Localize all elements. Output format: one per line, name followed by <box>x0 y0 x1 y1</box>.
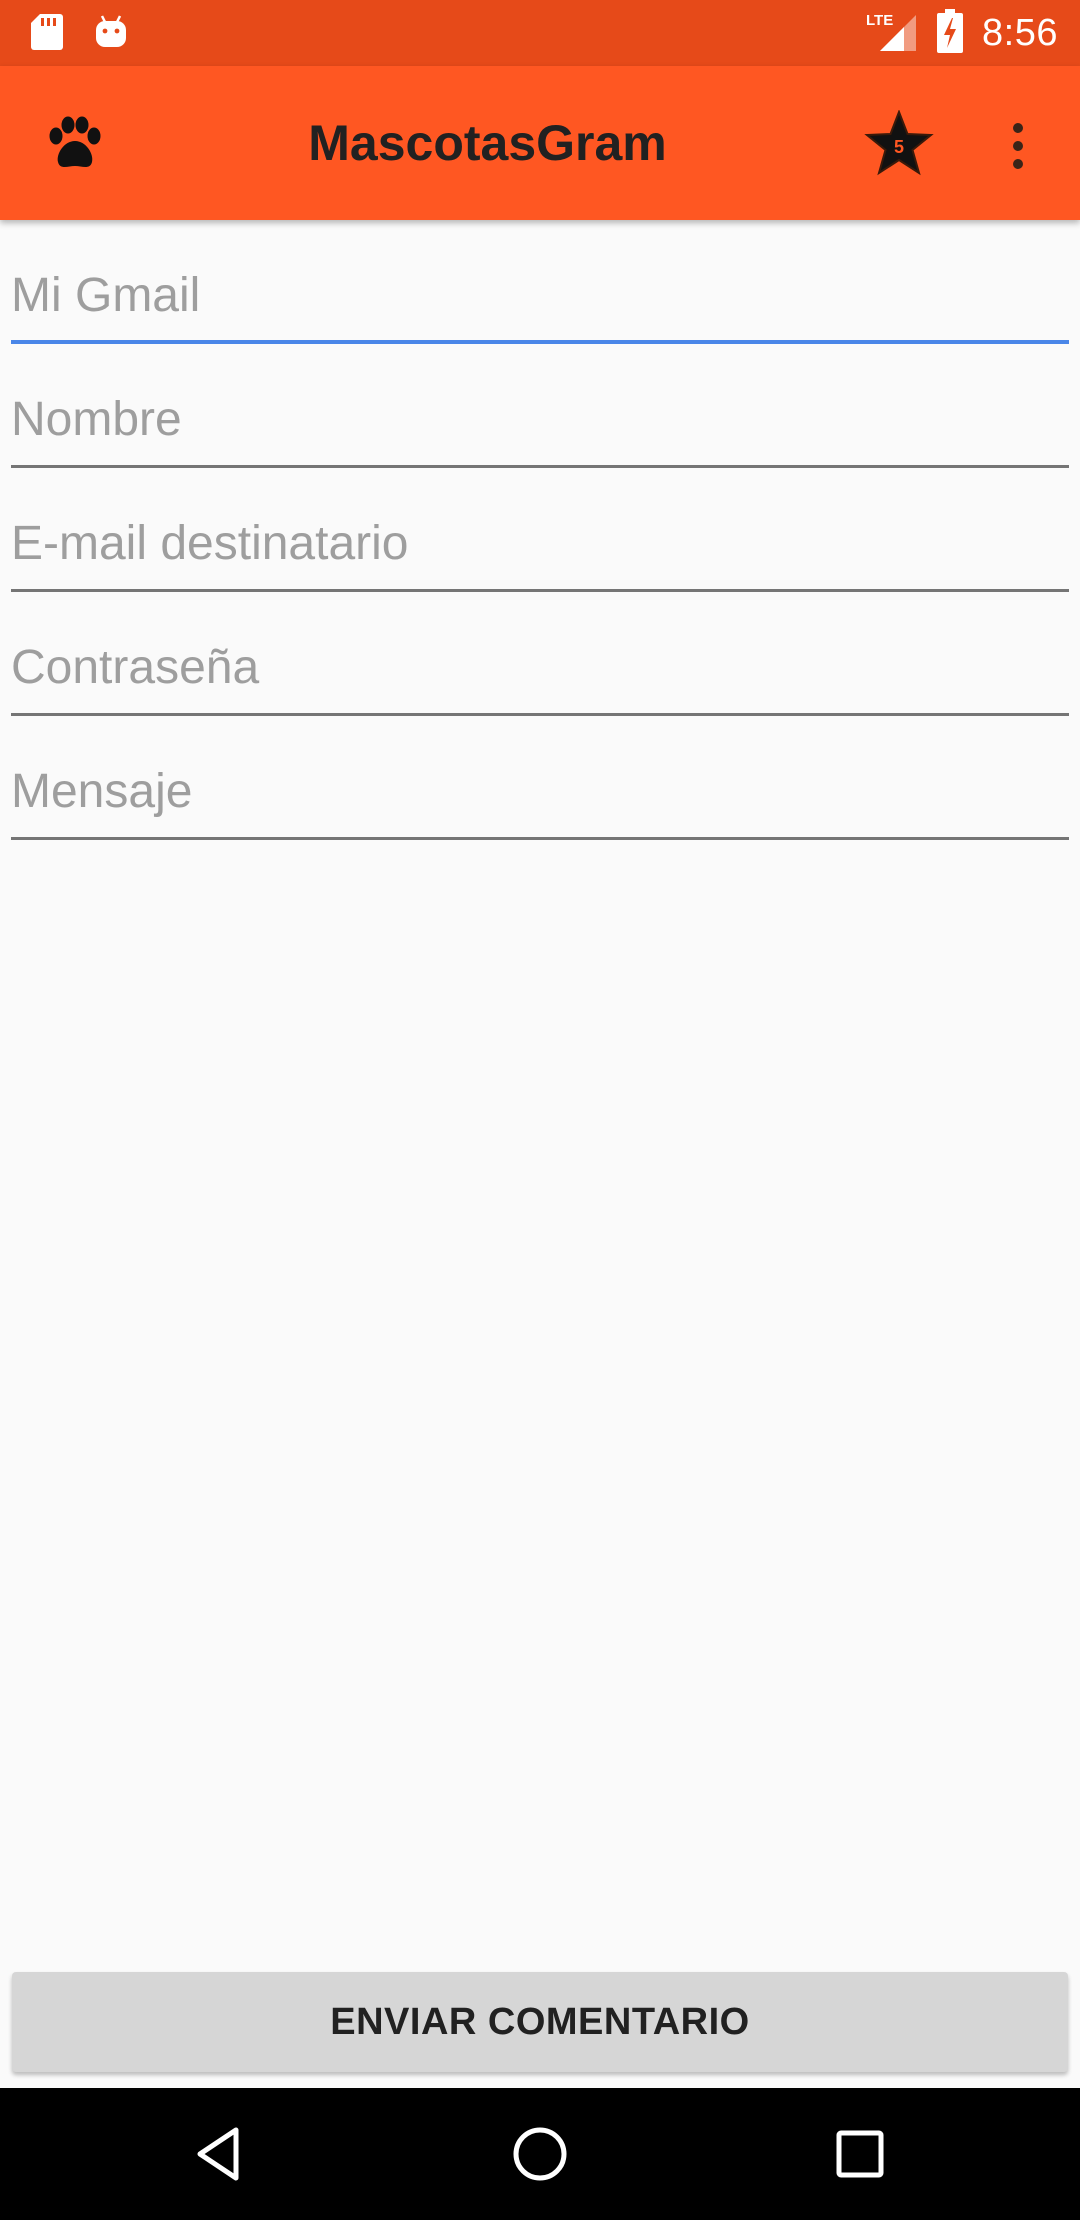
field-email-destinatario <box>11 468 1069 592</box>
my-gmail-input[interactable] <box>11 264 1069 344</box>
status-notification-icons <box>30 12 128 56</box>
android-icon <box>94 12 128 56</box>
signal-icon: LTE <box>866 9 918 57</box>
status-time: 8:56 <box>982 11 1058 54</box>
field-contrasena <box>11 592 1069 716</box>
star-icon[interactable]: 5 <box>864 109 934 176</box>
send-comment-button[interactable]: ENVIAR COMENTARIO <box>12 1972 1068 2072</box>
app-bar: MascotasGram 5 <box>0 66 1080 220</box>
home-icon[interactable] <box>510 2124 570 2184</box>
star-badge-count: 5 <box>894 137 904 157</box>
comment-form <box>11 220 1069 840</box>
field-mensaje <box>11 716 1069 840</box>
status-system-icons: LTE 8:56 <box>866 0 1058 66</box>
network-type-label: LTE <box>866 12 893 29</box>
sd-card-icon <box>30 12 64 56</box>
recipient-email-input[interactable] <box>11 512 1069 592</box>
navigation-bar <box>0 2088 1080 2220</box>
more-vert-icon[interactable] <box>1000 120 1036 172</box>
password-input[interactable] <box>11 636 1069 716</box>
message-input[interactable] <box>11 760 1069 840</box>
status-bar: LTE 8:56 <box>0 0 1080 66</box>
recents-icon[interactable] <box>830 2124 890 2184</box>
field-mi-gmail <box>11 220 1069 344</box>
name-input[interactable] <box>11 388 1069 468</box>
battery-charging-icon <box>936 9 964 57</box>
field-nombre <box>11 344 1069 468</box>
back-icon[interactable] <box>190 2124 250 2184</box>
app-title: MascotasGram <box>308 115 667 171</box>
